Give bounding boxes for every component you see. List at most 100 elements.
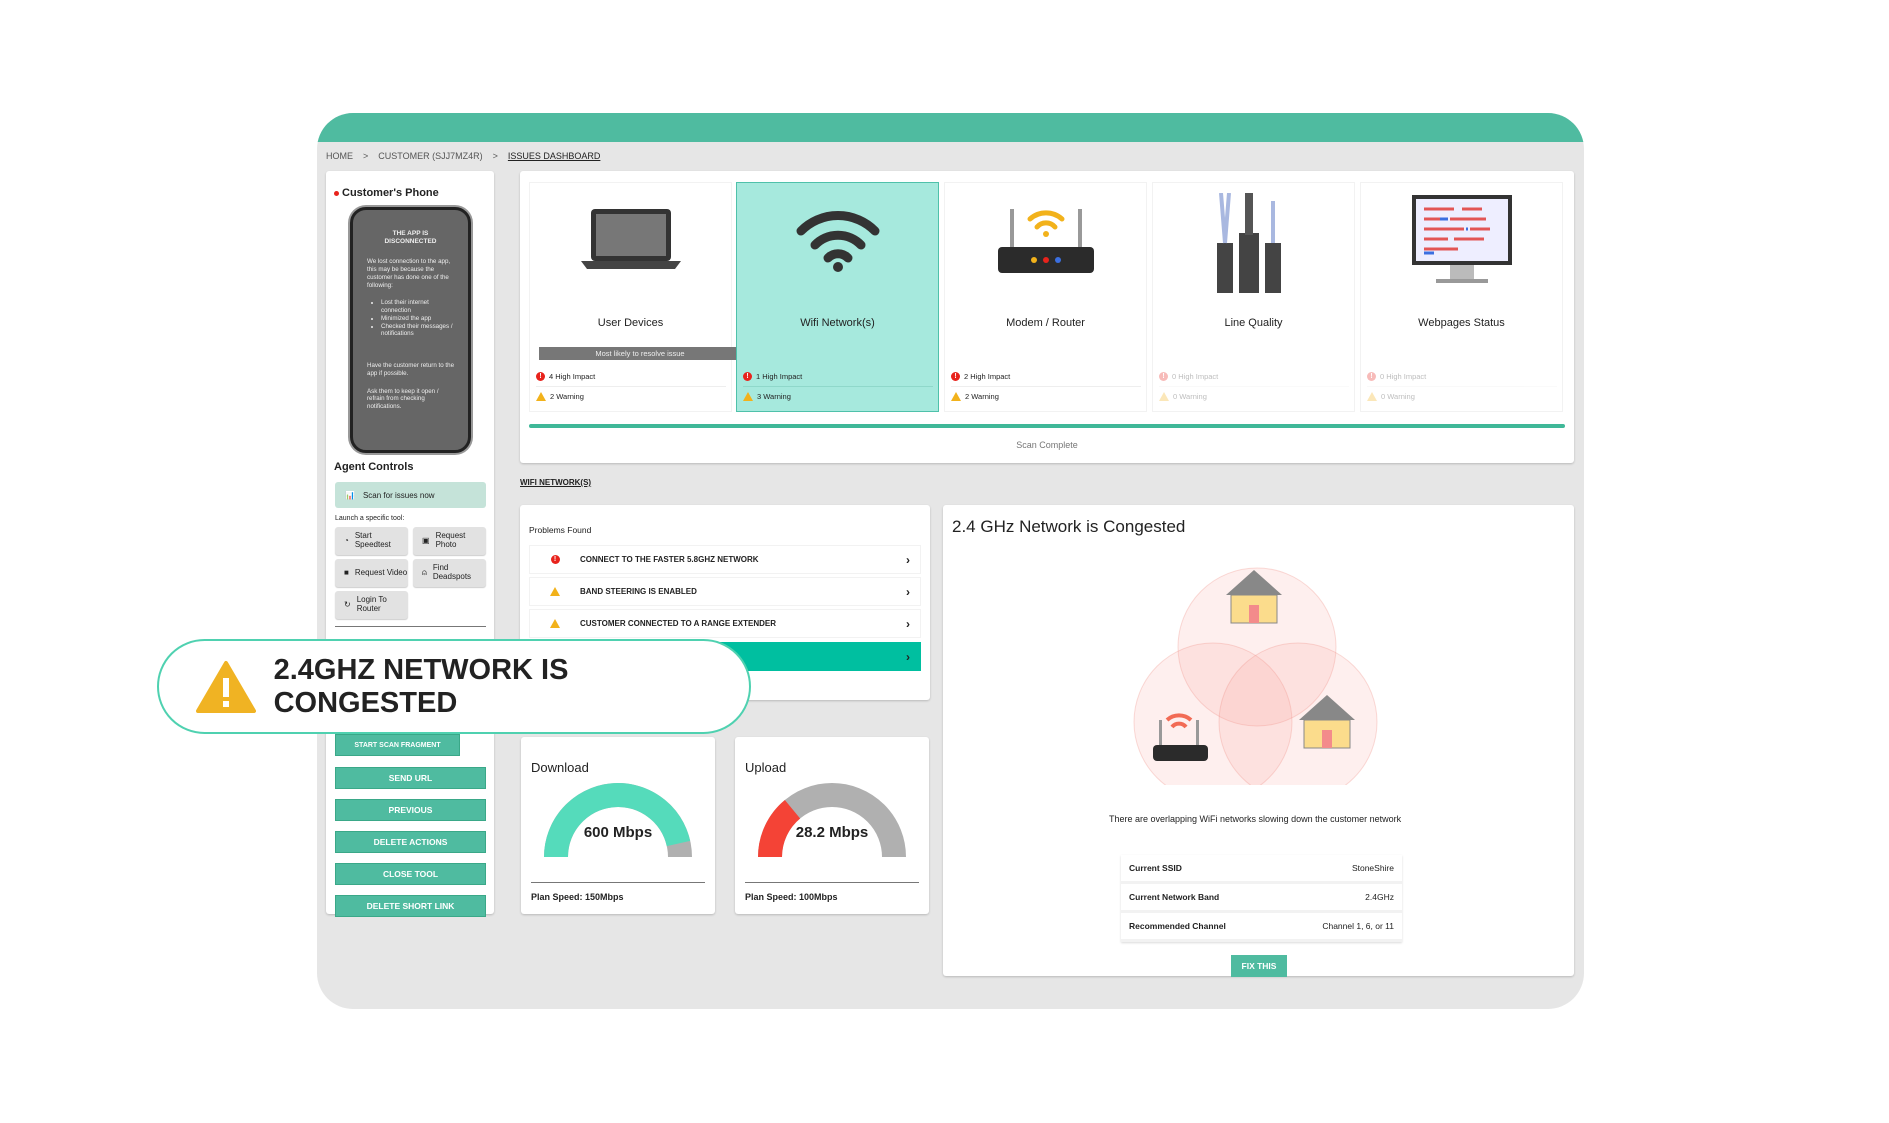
row-label: Current Network Band [1121, 882, 1280, 913]
table-row: Recommended Channel Channel 1, 6, or 11 [1121, 911, 1402, 942]
card-label: Line Quality [1224, 317, 1283, 329]
section-title: WIFI NETWORK(S) [520, 478, 592, 487]
warning-icon [1367, 392, 1377, 401]
card-webpages-status[interactable]: Webpages Status ! 0 High Impact 0 Warning [1360, 182, 1563, 412]
speedometer-icon: ◔ [344, 535, 349, 545]
status-dot-icon [334, 190, 339, 196]
launch-label: Launch a specific tool: [335, 515, 405, 522]
problem-label: CONNECT TO THE FASTER 5.8GHZ NETWORK [580, 555, 759, 564]
breadcrumb-customer[interactable]: CUSTOMER (SJJ7MZ4R) [378, 151, 482, 161]
left-sidebar: Customer's Phone THE APP IS DISCONNECTED… [326, 171, 494, 917]
tool-label: Find Deadspots [432, 563, 472, 581]
scan-progress-bar [529, 424, 1565, 428]
problem-item[interactable]: CUSTOMER CONNECTED TO A RANGE EXTENDER › [529, 609, 921, 638]
warning-icon [951, 392, 961, 401]
monitor-icon [1411, 195, 1512, 283]
breadcrumb-home[interactable]: HOME [326, 151, 353, 161]
find-deadspots-button[interactable]: ⍝ Find Deadspots [413, 559, 486, 587]
warning-count: 0 Warning [1381, 392, 1415, 401]
card-wifi-networks[interactable]: Wifi Network(s) ! 1 High Impact 3 Warning [736, 182, 939, 412]
most-likely-badge: Most likely to resolve issue [539, 347, 741, 360]
warning-icon [550, 619, 560, 628]
download-card: Download 600 Mbps Plan Speed: 150Mbps [521, 737, 715, 914]
phone-title: Customer's Phone [334, 187, 439, 199]
login-router-button[interactable]: ↻ Login To Router [335, 591, 408, 619]
high-impact-icon: ! [1367, 372, 1376, 381]
start-scan-fragment-button[interactable]: START SCAN FRAGMENT [335, 734, 460, 756]
antenna-icon: ⍝ [422, 567, 427, 577]
high-impact-icon: ! [1159, 372, 1168, 381]
card-line-quality[interactable]: Line Quality ! 0 High Impact 0 Warning [1152, 182, 1355, 412]
download-value: 600 Mbps [583, 824, 653, 841]
request-photo-button[interactable]: ▣ Request Photo [413, 527, 486, 555]
upload-card: Upload 28.2 Mbps Plan Speed: 100Mbps [735, 737, 929, 914]
problem-item[interactable]: BAND STEERING IS ENABLED › [529, 577, 921, 606]
card-user-devices[interactable]: User Devices Most likely to resolve issu… [529, 182, 741, 412]
high-impact-count: 0 High Impact [1172, 372, 1219, 381]
reason: Checked their messages / notifications [381, 323, 454, 339]
chevron-right-icon: › [906, 649, 910, 664]
download-title: Download [531, 760, 589, 775]
high-impact-count: 2 High Impact [964, 372, 1011, 381]
high-impact-icon: ! [743, 372, 752, 381]
phone-text: Ask them to keep it open / refrain from … [367, 387, 439, 411]
upload-gauge [758, 783, 906, 858]
agent-controls-title: Agent Controls [334, 461, 414, 473]
scan-issues-button[interactable]: 📊 Scan for issues now [335, 482, 486, 508]
upload-title: Upload [745, 760, 787, 775]
warning-icon [550, 587, 560, 596]
problem-label: CUSTOMER CONNECTED TO A RANGE EXTENDER [580, 619, 777, 628]
card-label: Wifi Network(s) [800, 317, 875, 329]
delete-short-link-button[interactable]: DELETE SHORT LINK [335, 895, 486, 917]
chevron-right-icon: › [906, 616, 910, 631]
phone-mockup: THE APP IS DISCONNECTED We lost connecti… [350, 207, 471, 453]
video-icon: ■ [344, 567, 349, 577]
card-label: User Devices [597, 317, 664, 329]
chevron-right-icon: > [492, 151, 498, 161]
previous-button[interactable]: PREVIOUS [335, 799, 486, 821]
card-modem-router[interactable]: Modem / Router ! 2 High Impact 2 Warning [944, 182, 1147, 412]
row-value: 2.4GHz [1279, 882, 1402, 913]
category-cards: User Devices Most likely to resolve issu… [520, 171, 1574, 463]
tool-label: Start Speedtest [354, 531, 391, 549]
send-url-button[interactable]: SEND URL [335, 767, 486, 789]
reason: Lost their internet connection [381, 299, 454, 315]
tool-label: Login To Router [356, 595, 387, 613]
close-tool-button[interactable]: CLOSE TOOL [335, 863, 486, 885]
warning-icon [196, 660, 256, 713]
request-video-button[interactable]: ■ Request Video [335, 559, 408, 587]
table-row: Current SSID StoneShire [1121, 855, 1402, 884]
laptop-icon [580, 209, 681, 269]
warning-icon [1159, 392, 1169, 401]
row-value: Channel 1, 6, or 11 [1279, 911, 1402, 942]
chevron-right-icon: › [906, 584, 910, 599]
app-window: HOME > CUSTOMER (SJJ7MZ4R) > ISSUES DASHBO… [317, 113, 1584, 1009]
divider [335, 626, 486, 627]
high-impact-icon: ! [951, 372, 960, 381]
delete-actions-button[interactable]: DELETE ACTIONS [335, 831, 486, 853]
reason: Minimized the app [381, 315, 454, 323]
tool-label: Request Photo [435, 531, 466, 549]
start-speedtest-button[interactable]: ◔ Start Speedtest [335, 527, 408, 555]
wifi-icon [796, 211, 879, 272]
high-impact-icon: ! [550, 555, 560, 564]
callout-text: 2.4GHZ NETWORK IS CONGESTED [273, 653, 569, 719]
problem-item[interactable]: ! CONNECT TO THE FASTER 5.8GHZ NETWORK › [529, 545, 921, 574]
router-icon [997, 209, 1094, 273]
chevron-right-icon: › [906, 552, 910, 567]
tool-label: Request Video [354, 567, 408, 577]
chevron-right-icon: > [363, 151, 369, 161]
upload-value: 28.2 Mbps [795, 824, 869, 841]
phone-text: Have the customer return to the app if p… [367, 362, 455, 377]
fix-this-button[interactable]: FIX THIS [1231, 955, 1287, 977]
camera-icon: ▣ [422, 535, 430, 545]
scan-label: Scan for issues now [362, 490, 435, 500]
high-impact-count: 1 High Impact [756, 372, 803, 381]
overlap-diagram [1133, 567, 1378, 785]
warning-count: 0 Warning [1173, 392, 1207, 401]
cable-icon [1216, 193, 1281, 293]
network-info-table: Current SSID StoneShire Current Network B… [1121, 855, 1402, 942]
detail-description: There are overlapping WiFi networks slow… [1109, 814, 1402, 824]
warning-count: 2 Warning [965, 392, 999, 401]
warning-count: 3 Warning [757, 392, 791, 401]
